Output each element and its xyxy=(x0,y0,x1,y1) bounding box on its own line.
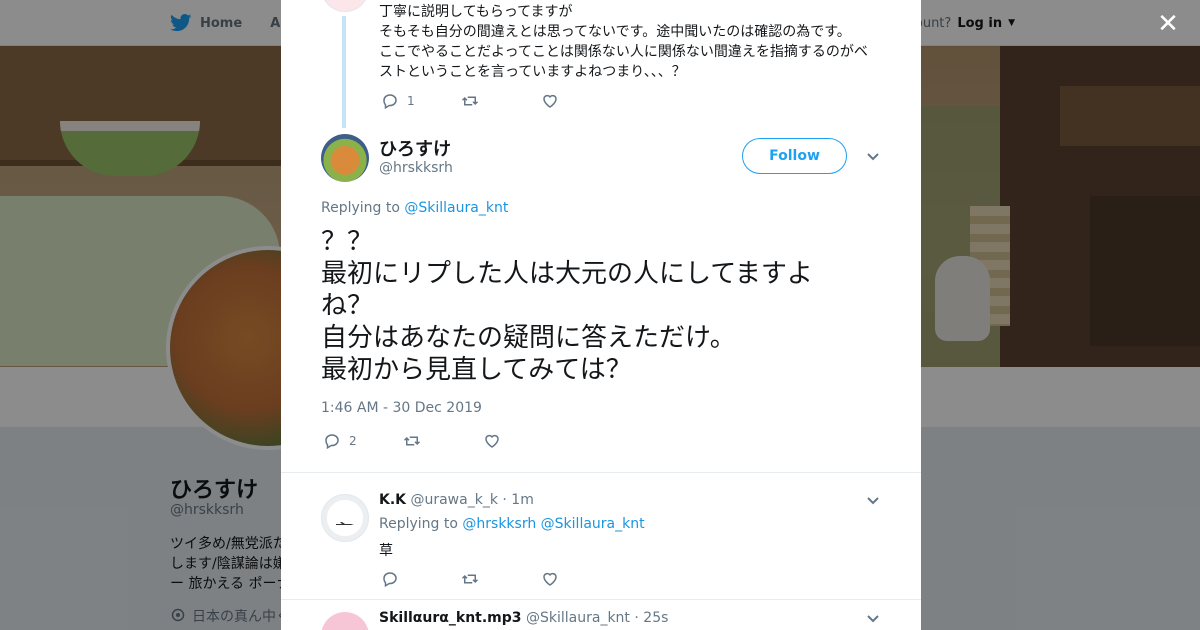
reply-replying-to: Replying to @hrskksrh @Skillaura_knt xyxy=(379,516,645,532)
reply-header: K.K @urawa_k_k · 1m xyxy=(379,492,534,508)
reply-author-handle[interactable]: @urawa_k_k xyxy=(410,492,497,508)
reply-tweet[interactable]: Skillαurα_knt.mp3 @Skillaura_knt · 25s xyxy=(321,610,881,630)
follow-button[interactable]: Follow xyxy=(742,138,847,174)
tweet-text-line: ストということを言っていますよねつまり、、、？ xyxy=(379,64,686,80)
reply-icon xyxy=(383,94,397,110)
reply-time[interactable]: 1m xyxy=(511,492,534,508)
reply-author-name[interactable]: Skillαurα_knt.mp3 xyxy=(379,610,522,626)
tweet-text-line: 自分はあなたの疑問に答えただけ。 xyxy=(321,323,736,353)
reply-actions xyxy=(381,570,621,588)
tweet-text-line: 最初から見直してみては？ xyxy=(321,355,632,385)
retweet-button[interactable] xyxy=(403,432,483,450)
main-tweet-avatar[interactable] xyxy=(321,134,369,182)
reply-text: 草 xyxy=(379,543,393,559)
previous-tweet-avatar[interactable] xyxy=(321,0,369,12)
heart-icon xyxy=(543,572,557,586)
replying-to-link[interactable]: @Skillaura_knt xyxy=(404,200,508,216)
reply-avatar[interactable] xyxy=(321,494,369,542)
reply-time[interactable]: 25s xyxy=(643,610,668,626)
reply-button[interactable]: 1 xyxy=(381,92,461,110)
previous-tweet-actions: 1 xyxy=(381,92,621,110)
retweet-icon xyxy=(403,436,421,446)
retweet-icon xyxy=(461,574,479,584)
like-button[interactable] xyxy=(483,432,563,450)
reply-button[interactable] xyxy=(381,570,461,588)
tweet-text-line: ？？ xyxy=(321,227,374,257)
chevron-down-icon[interactable] xyxy=(865,611,881,627)
reply-icon xyxy=(325,434,339,450)
reply-avatar[interactable] xyxy=(321,612,369,630)
heart-icon xyxy=(543,94,557,108)
reply-tweet[interactable]: K.K @urawa_k_k · 1m Replying to @hrskksr… xyxy=(321,492,881,598)
chevron-down-icon[interactable] xyxy=(865,149,881,165)
replying-to-prefix: Replying to xyxy=(321,200,400,216)
heart-icon xyxy=(485,434,499,448)
tweet-text-line: そもそも自分の間違えとは思ってないです。途中聞いたのは確認の為です。 xyxy=(379,24,851,40)
replying-to-prefix: Replying to xyxy=(379,516,458,532)
tweet-modal: 丁寧に説明してもらってますが そもそも自分の間違えとは思ってないです。途中聞いた… xyxy=(281,0,921,630)
tweet-timestamp[interactable]: 1:46 AM - 30 Dec 2019 xyxy=(321,400,482,416)
replying-to-link[interactable]: @Skillaura_knt xyxy=(541,516,645,532)
replying-to-link[interactable]: @hrskksrh xyxy=(462,516,536,532)
main-tweet-author-handle[interactable]: @hrskksrh xyxy=(379,160,453,176)
like-button[interactable] xyxy=(541,570,621,588)
retweet-button[interactable] xyxy=(461,92,541,110)
chevron-down-icon[interactable] xyxy=(865,493,881,509)
retweet-button[interactable] xyxy=(461,570,541,588)
like-button[interactable] xyxy=(541,92,621,110)
reply-author-handle[interactable]: @Skillaura_knt xyxy=(526,610,630,626)
section-divider xyxy=(281,599,921,600)
reply-count: 2 xyxy=(349,434,357,448)
retweet-icon xyxy=(461,96,479,106)
reply-button[interactable]: 2 xyxy=(323,432,403,450)
tweet-text-line: ね？ xyxy=(321,291,374,321)
reply-header: Skillαurα_knt.mp3 @Skillaura_knt · 25s xyxy=(379,610,668,626)
main-tweet-actions: 2 xyxy=(323,432,563,450)
tweet-text-line: 最初にリプした人は大元の人にしてますよ xyxy=(321,259,813,289)
replying-to: Replying to @Skillaura_knt xyxy=(321,200,508,216)
thread-connector-line xyxy=(342,16,346,128)
reply-icon xyxy=(383,572,397,588)
reply-author-name[interactable]: K.K xyxy=(379,492,406,508)
main-tweet-text: ？？ 最初にリプした人は大元の人にしてますよ ね？ 自分はあなたの疑問に答えただ… xyxy=(321,226,881,386)
airplane-icon xyxy=(336,522,354,525)
section-divider xyxy=(281,472,921,473)
close-icon[interactable]: ✕ xyxy=(1154,10,1182,38)
separator-dot: · xyxy=(502,492,507,508)
previous-tweet-text: 丁寧に説明してもらってますが そもそも自分の間違えとは思ってないです。途中聞いた… xyxy=(379,2,879,82)
main-tweet-author-name[interactable]: ひろすけ xyxy=(379,135,451,161)
tweet-text-line: ここでやることだよってことは関係ない人に関係ない間違えを指摘するのがベ xyxy=(379,44,868,60)
tweet-text-line: 丁寧に説明してもらってますが xyxy=(379,4,573,20)
reply-count: 1 xyxy=(407,94,415,108)
separator-dot: · xyxy=(634,610,639,626)
